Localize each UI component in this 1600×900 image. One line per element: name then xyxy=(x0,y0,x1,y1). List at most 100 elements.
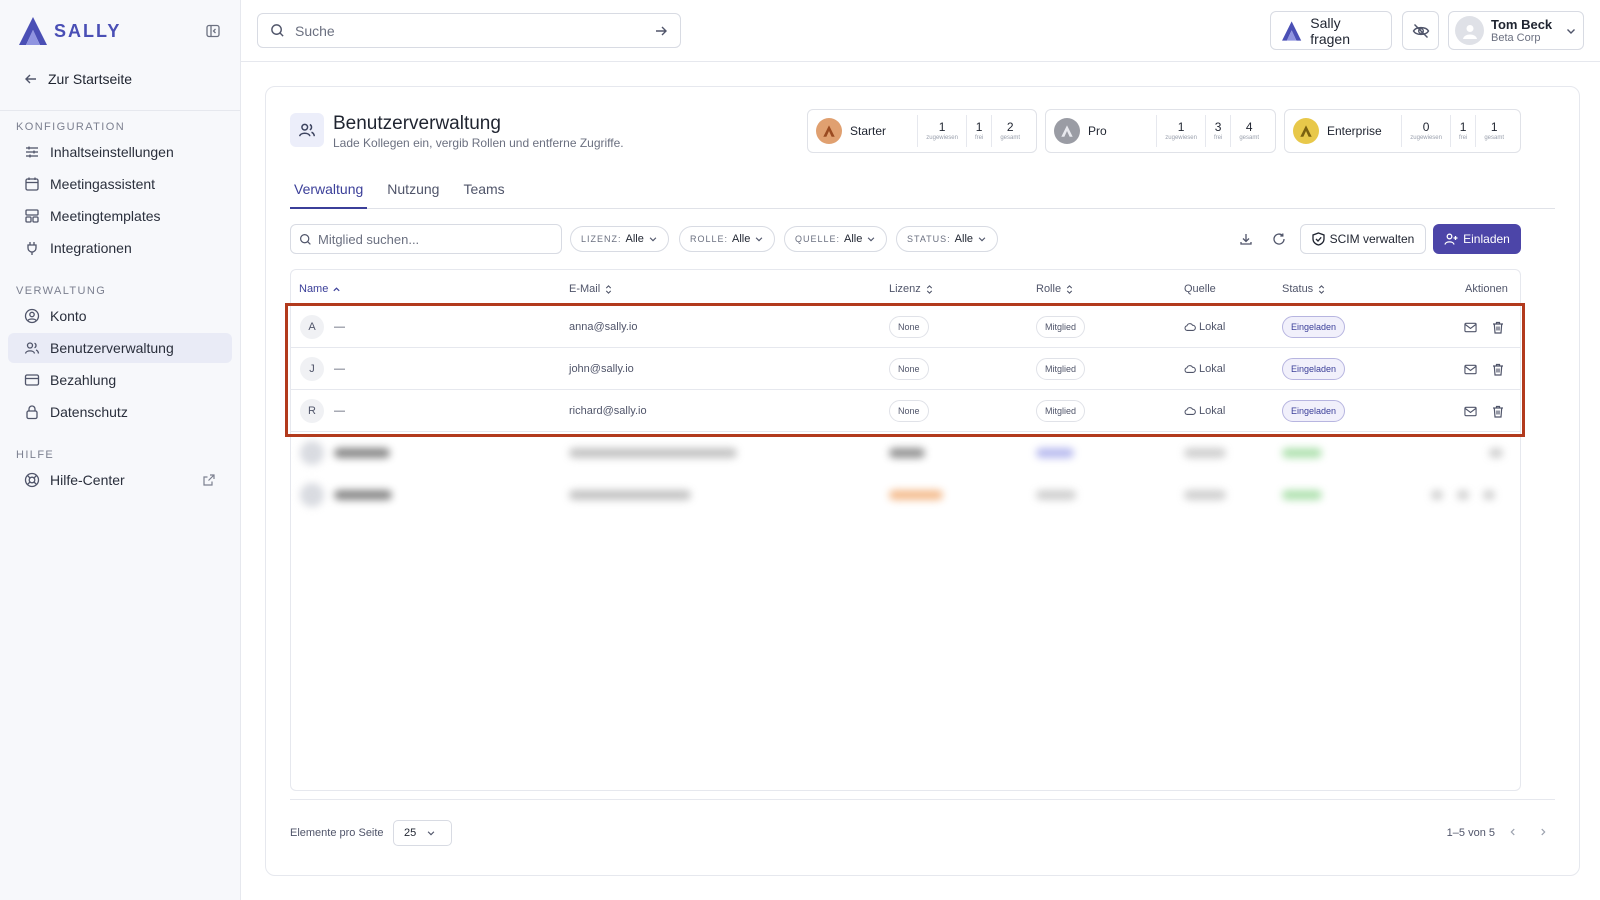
chevron-left-icon xyxy=(1510,828,1515,836)
back-to-home-link[interactable]: Zur Startseite xyxy=(0,64,240,94)
sidebar-item-integrationen[interactable]: Integrationen xyxy=(8,233,232,263)
credit-card-icon xyxy=(24,374,40,386)
delete-member-button[interactable] xyxy=(1489,318,1507,336)
chevron-down-icon xyxy=(868,237,875,242)
section-title-hilfe: HILFE xyxy=(16,449,55,461)
sidebar-item-inhaltseinstellungen[interactable]: Inhaltseinstellungen xyxy=(8,137,232,167)
invite-label: Einladen xyxy=(1463,232,1510,246)
starter-badge-icon xyxy=(816,118,842,144)
filter-value: Alle xyxy=(844,233,863,245)
sidebar-item-meetingtemplates[interactable]: Meetingtemplates xyxy=(8,201,232,231)
license-pill[interactable]: None xyxy=(889,358,929,380)
mail-icon xyxy=(1463,406,1477,416)
avatar: A xyxy=(300,315,324,339)
next-page-button[interactable] xyxy=(1535,824,1551,840)
sidebar-item-datenschutz[interactable]: Datenschutz xyxy=(8,397,232,427)
sidebar-item-label: Integrationen xyxy=(50,240,132,256)
download-button[interactable] xyxy=(1235,228,1257,250)
role-cell[interactable]: Mitglied xyxy=(1036,348,1086,390)
global-search-input[interactable] xyxy=(295,22,644,39)
tab-bar: Verwaltung Nutzung Teams xyxy=(290,177,1555,209)
member-search-input[interactable] xyxy=(318,231,553,247)
filter-license-dropdown[interactable]: LIZENZ: Alle xyxy=(570,226,669,252)
filter-value: Alle xyxy=(954,233,974,245)
filter-source-dropdown[interactable]: QUELLE: Alle xyxy=(784,226,888,252)
actions-cell xyxy=(1461,390,1507,432)
arrow-right-icon[interactable] xyxy=(654,24,668,38)
role-cell[interactable]: Mitglied xyxy=(1036,306,1086,348)
sidebar-item-meetingassistent[interactable]: Meetingassistent xyxy=(8,169,232,199)
sort-asc-icon xyxy=(333,286,340,291)
user-menu[interactable]: Tom Beck Beta Corp xyxy=(1448,11,1584,50)
sidebar-item-benutzerverwaltung[interactable]: Benutzerverwaltung xyxy=(8,333,232,363)
collapse-sidebar-button[interactable] xyxy=(202,20,224,42)
role-pill[interactable]: Mitglied xyxy=(1036,400,1086,422)
source-cell: Lokal xyxy=(1184,390,1225,432)
license-cell[interactable]: None xyxy=(889,306,929,348)
filter-toolbar: LIZENZ: Alle ROLLE: Alle QUELLE: Alle ST… xyxy=(290,224,1555,255)
column-header-role[interactable]: Rolle xyxy=(1036,283,1074,295)
role-cell[interactable]: Mitglied xyxy=(1036,390,1086,432)
refresh-button[interactable] xyxy=(1268,228,1290,250)
sidebar-toggle-icon xyxy=(206,24,220,38)
filter-status-dropdown[interactable]: STATUS: Alle xyxy=(896,226,999,252)
resend-invite-button[interactable] xyxy=(1461,318,1479,336)
actions-cell xyxy=(1461,306,1507,348)
manage-scim-button[interactable]: SCIM verwalten xyxy=(1300,224,1426,254)
resend-invite-button[interactable] xyxy=(1461,402,1479,420)
chevron-down-icon xyxy=(1567,28,1575,34)
per-page-select[interactable]: 25 xyxy=(393,820,452,846)
logo[interactable]: SALLY xyxy=(16,15,121,47)
column-header-name[interactable]: Name xyxy=(299,283,341,295)
table-row[interactable]: J — john@sally.io None Mitglied Lokal Ei… xyxy=(291,348,1520,390)
trash-icon xyxy=(1493,363,1503,376)
table-header: Name E-Mail Lizenz Rolle Quelle Status A… xyxy=(291,270,1520,306)
ask-sally-button[interactable]: Sally fragen xyxy=(1270,11,1392,50)
role-pill[interactable]: Mitglied xyxy=(1036,316,1086,338)
delete-member-button[interactable] xyxy=(1489,402,1507,420)
filter-key: STATUS: xyxy=(907,234,951,244)
page-title: Benutzerverwaltung xyxy=(333,113,501,134)
license-cell[interactable]: None xyxy=(889,390,929,432)
tab-teams[interactable]: Teams xyxy=(459,177,508,209)
column-header-status[interactable]: Status xyxy=(1282,283,1326,295)
table-footer: Elemente pro Seite 25 1–5 von 5 xyxy=(290,799,1555,851)
filter-key: ROLLE: xyxy=(690,234,729,244)
license-pill[interactable]: None xyxy=(889,316,929,338)
user-icon xyxy=(1462,24,1477,39)
table-row[interactable]: A — anna@sally.io None Mitglied Lokal Ei… xyxy=(291,306,1520,348)
ask-sally-label: Sally fragen xyxy=(1310,14,1350,47)
column-header-license[interactable]: Lizenz xyxy=(889,283,934,295)
sidebar: SALLY Zur Startseite KONFIGURATION Inhal… xyxy=(0,0,241,900)
visibility-toggle-button[interactable] xyxy=(1402,11,1439,50)
table-row-blurred xyxy=(291,432,1520,474)
logo-text: SALLY xyxy=(54,20,122,41)
column-header-email[interactable]: E-Mail xyxy=(569,283,613,295)
license-cell[interactable]: None xyxy=(889,348,929,390)
lifebuoy-icon xyxy=(24,472,40,488)
license-name: Pro xyxy=(1088,124,1107,138)
avatar xyxy=(1455,16,1484,45)
table-row[interactable]: R — richard@sally.io None Mitglied Lokal… xyxy=(291,390,1520,432)
sally-logo-icon xyxy=(19,17,47,45)
delete-member-button[interactable] xyxy=(1489,360,1507,378)
previous-page-button[interactable] xyxy=(1505,824,1521,840)
sally-logo-icon xyxy=(1282,20,1302,41)
tab-nutzung[interactable]: Nutzung xyxy=(383,177,443,209)
plug-icon xyxy=(27,242,37,255)
chevron-down-icon xyxy=(427,831,435,836)
filter-role-dropdown[interactable]: ROLLE: Alle xyxy=(679,226,776,252)
sidebar-item-bezahlung[interactable]: Bezahlung xyxy=(8,365,232,395)
global-search-box[interactable] xyxy=(257,13,681,48)
tab-verwaltung[interactable]: Verwaltung xyxy=(290,177,368,209)
resend-invite-button[interactable] xyxy=(1461,360,1479,378)
sidebar-item-label: Datenschutz xyxy=(50,404,128,420)
sidebar-item-hilfe-center[interactable]: Hilfe-Center xyxy=(8,465,232,495)
sidebar-item-konto[interactable]: Konto xyxy=(8,301,232,331)
calendar-icon xyxy=(25,177,39,191)
status-badge: Eingeladen xyxy=(1282,358,1346,380)
license-pill[interactable]: None xyxy=(889,400,929,422)
member-search-box[interactable] xyxy=(290,224,562,254)
role-pill[interactable]: Mitglied xyxy=(1036,358,1086,380)
invite-button[interactable]: Einladen xyxy=(1433,224,1521,254)
